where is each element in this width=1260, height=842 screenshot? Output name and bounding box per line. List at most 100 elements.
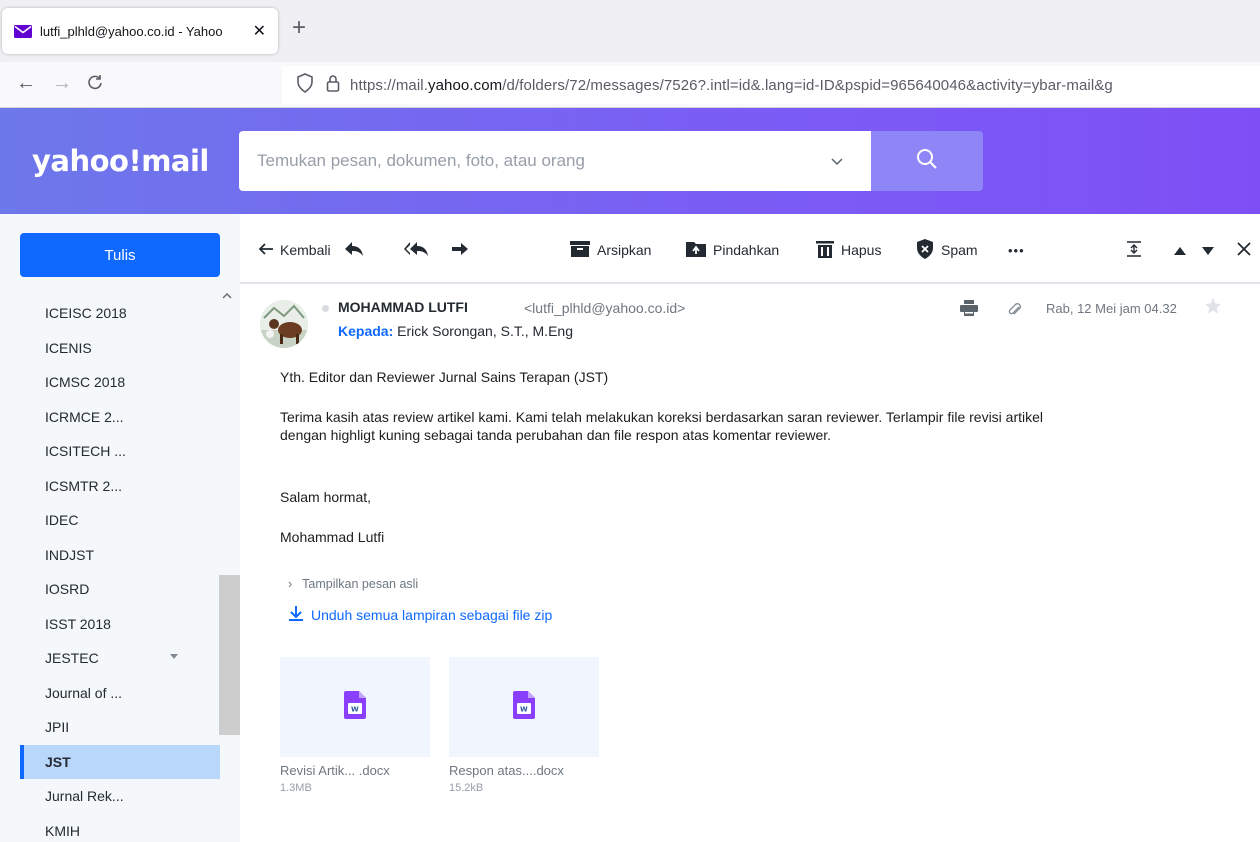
sender-avatar[interactable] xyxy=(260,300,308,348)
folder-list: ICEISC 2018 ICENIS ICMSC 2018 ICRMCE 2..… xyxy=(20,296,220,842)
move-folder-icon xyxy=(686,241,713,260)
attachment-size: 1.3MB xyxy=(280,782,312,794)
search-placeholder: Temukan pesan, dokumen, foto, atau orang xyxy=(257,151,585,170)
folder-item[interactable]: ICSITECH ... xyxy=(20,434,220,469)
attachment-preview[interactable]: W xyxy=(449,657,599,757)
folder-item[interactable]: ICEISC 2018 xyxy=(20,296,220,331)
recipient-name[interactable]: Erick Sorongan, S.T., M.Eng xyxy=(397,323,573,339)
collapse-icon xyxy=(1126,240,1149,260)
folder-item[interactable]: IOSRD xyxy=(20,572,220,607)
yahoo-mail-logo[interactable]: yahoo!mail xyxy=(32,144,209,178)
search-button[interactable] xyxy=(871,131,983,191)
move-button[interactable]: Pindahkan xyxy=(686,240,779,260)
folder-item[interactable]: IDEC xyxy=(20,503,220,538)
forward-button[interactable] xyxy=(451,240,476,260)
reply-all-icon xyxy=(403,241,436,260)
spam-button[interactable]: Spam xyxy=(916,238,978,262)
folder-item[interactable]: INDJST xyxy=(20,538,220,573)
close-tab-icon[interactable]: ✕ xyxy=(253,21,266,41)
greeting-text: Yth. Editor dan Reviewer Jurnal Sains Te… xyxy=(280,369,609,385)
reload-icon[interactable] xyxy=(86,72,104,98)
url-text[interactable]: https://mail.yahoo.com/d/folders/72/mess… xyxy=(350,77,1113,94)
folder-item[interactable]: ICSMTR 2... xyxy=(20,469,220,504)
folder-item[interactable]: Jurnal Rek... xyxy=(20,779,220,814)
caret-down-icon xyxy=(1202,242,1221,258)
spam-label: Spam xyxy=(941,242,978,258)
reply-icon xyxy=(344,241,371,260)
download-icon xyxy=(288,605,304,624)
signature-text: Mohammad Lutfi xyxy=(280,529,385,545)
svg-text:W: W xyxy=(351,705,359,713)
next-message-button[interactable] xyxy=(1202,240,1221,260)
compose-button[interactable]: Tulis xyxy=(20,233,220,277)
folder-item[interactable]: ICRMCE 2... xyxy=(20,400,220,435)
attachment-size: 15.2kB xyxy=(449,782,484,794)
message-toolbar: Kembali Arsipkan Pindahkan Hapus Spam ••… xyxy=(240,214,1260,284)
archive-label: Arsipkan xyxy=(597,242,652,258)
show-original-label: Tampilkan pesan asli xyxy=(302,577,419,591)
attachment-preview[interactable]: W xyxy=(280,657,430,757)
word-doc-icon: W xyxy=(344,690,366,724)
back-arrow-icon[interactable]: ← xyxy=(16,72,36,95)
download-all-link[interactable]: Unduh semua lampiran sebagai file zip xyxy=(288,605,552,624)
word-doc-icon: W xyxy=(513,690,535,724)
folder-item[interactable]: JPII xyxy=(20,710,220,745)
presence-dot xyxy=(322,305,329,312)
archive-button[interactable]: Arsipkan xyxy=(570,240,651,260)
folder-item[interactable]: Journal of ... xyxy=(20,676,220,711)
app-header: yahoo!mail Temukan pesan, dokumen, foto,… xyxy=(0,108,1260,214)
url-bar[interactable]: https://mail.yahoo.com/d/folders/72/mess… xyxy=(282,66,1260,104)
new-tab-icon[interactable]: + xyxy=(292,14,306,42)
closing-text: Salam hormat, xyxy=(280,489,372,505)
caret-down-icon[interactable] xyxy=(170,654,178,659)
move-label: Pindahkan xyxy=(713,242,780,258)
browser-tab[interactable]: lutfi_plhld@yahoo.co.id - Yahoo ✕ xyxy=(2,8,278,54)
folder-item[interactable]: KMIH xyxy=(20,814,220,842)
star-icon[interactable] xyxy=(1204,297,1222,320)
shield-x-icon xyxy=(916,238,941,262)
print-icon[interactable] xyxy=(960,300,978,321)
sender-name[interactable]: MOHAMMAD LUTFI xyxy=(338,299,468,315)
body-paragraph-line: dengan highligt kuning sebagai tanda per… xyxy=(280,427,832,443)
folder-item-active[interactable]: JST xyxy=(20,744,220,779)
delete-button[interactable]: Hapus xyxy=(816,240,881,260)
attachment-name: Revisi Artik... .docx xyxy=(280,763,390,778)
folder-item[interactable]: ICENIS xyxy=(20,331,220,366)
close-message-button[interactable] xyxy=(1236,240,1259,260)
back-button[interactable]: Kembali xyxy=(258,240,331,260)
search-input[interactable]: Temukan pesan, dokumen, foto, atau orang xyxy=(239,131,871,191)
back-label: Kembali xyxy=(280,242,331,258)
download-all-label: Unduh semua lampiran sebagai file zip xyxy=(311,606,553,623)
folder-item[interactable]: ISST 2018 xyxy=(20,607,220,642)
chevron-down-icon[interactable] xyxy=(831,153,861,169)
reply-all-button[interactable] xyxy=(403,240,436,260)
message-date: Rab, 12 Mei jam 04.32 xyxy=(1046,301,1177,316)
message-view: MOHAMMAD LUTFI <lutfi_plhld@yahoo.co.id>… xyxy=(240,286,1260,842)
body-paragraph-line: Terima kasih atas review artikel kami. K… xyxy=(280,409,1044,425)
folder-item[interactable]: ICMSC 2018 xyxy=(20,365,220,400)
scrollbar-thumb[interactable] xyxy=(219,575,240,735)
shield-icon[interactable] xyxy=(296,72,314,98)
folder-item-jestec[interactable]: JESTEC xyxy=(20,641,220,676)
scroll-up-icon[interactable] xyxy=(222,288,232,302)
previous-message-button[interactable] xyxy=(1174,240,1193,260)
show-original-link[interactable]: › Tampilkan pesan asli xyxy=(288,577,418,591)
tab-title: lutfi_plhld@yahoo.co.id - Yahoo xyxy=(40,23,223,39)
svg-text:W: W xyxy=(520,705,528,713)
forward-icon xyxy=(451,242,476,259)
lock-icon[interactable] xyxy=(326,74,340,97)
arrow-left-icon xyxy=(258,242,280,259)
to-label: Kepada: xyxy=(338,323,394,339)
forward-arrow-icon[interactable]: → xyxy=(52,72,72,95)
mail-favicon-icon xyxy=(14,24,32,38)
close-icon xyxy=(1236,241,1259,260)
browser-tab-bar: lutfi_plhld@yahoo.co.id - Yahoo ✕ + xyxy=(0,0,1260,62)
expand-collapse-button[interactable] xyxy=(1126,240,1149,260)
reply-button[interactable] xyxy=(344,240,371,260)
more-options-button[interactable]: ••• xyxy=(1008,240,1025,260)
attachment-item[interactable]: W Respon atas....docx 15.2kB xyxy=(449,657,599,794)
attachment-item[interactable]: W Revisi Artik... .docx 1.3MB xyxy=(280,657,430,794)
sidebar-scrollbar[interactable] xyxy=(219,280,240,842)
paperclip-icon xyxy=(1008,302,1022,323)
sender-email[interactable]: <lutfi_plhld@yahoo.co.id> xyxy=(524,300,685,316)
